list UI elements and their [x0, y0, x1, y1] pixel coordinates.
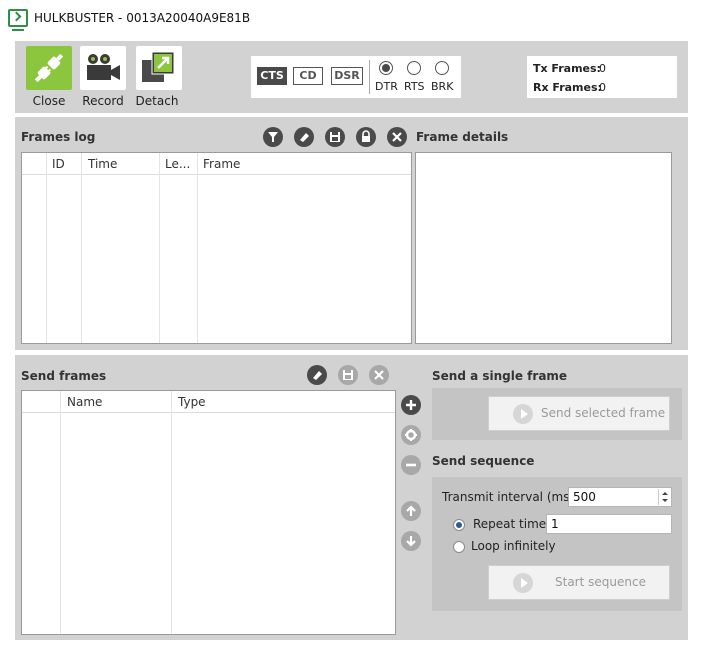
- send-selected-frame-label: Send selected frame: [541, 406, 666, 420]
- column-header-name[interactable]: Name: [67, 395, 102, 409]
- frame-counters: Tx Frames: 0 Rx Frames: 0: [527, 56, 677, 98]
- rx-frames-value: 0: [599, 81, 606, 94]
- repeat-times-input[interactable]: 1: [546, 514, 672, 534]
- save-icon: [343, 370, 353, 380]
- clear-frames-button[interactable]: [307, 365, 327, 385]
- toolbar: Close Record Detach CTS CD DSR DTR RTS B…: [15, 41, 688, 113]
- close-icon: [374, 370, 384, 380]
- move-up-button[interactable]: [401, 501, 421, 521]
- brk-toggle[interactable]: [435, 61, 449, 75]
- column-divider: [197, 153, 198, 343]
- column-divider: [81, 153, 82, 343]
- start-sequence-label: Start sequence: [555, 575, 646, 589]
- clear-log-button[interactable]: [294, 127, 314, 147]
- edit-frame-button[interactable]: [401, 425, 421, 445]
- frames-log-title: Frames log: [21, 130, 96, 144]
- tx-frames-value: 0: [599, 62, 606, 75]
- dtr-active-dot: [382, 64, 390, 72]
- serial-lines-panel: CTS CD DSR DTR RTS BRK: [251, 56, 461, 98]
- frame-details-title: Frame details: [416, 130, 509, 144]
- eraser-icon: [300, 133, 309, 142]
- record-label: Record: [82, 94, 124, 108]
- send-frames-table[interactable]: Name Type: [21, 390, 396, 635]
- transmit-interval-value: 500: [573, 490, 596, 504]
- column-divider: [159, 153, 160, 343]
- dtr-label: DTR: [375, 80, 398, 93]
- play-icon: [513, 573, 533, 593]
- rts-label: RTS: [404, 80, 425, 93]
- send-frames-title: Send frames: [21, 369, 107, 383]
- video-camera-icon: [87, 54, 120, 80]
- disconnect-plug-icon: [34, 53, 64, 83]
- close-icon: [392, 132, 402, 142]
- filter-icon: [268, 132, 278, 142]
- terminal-icon: [8, 9, 28, 31]
- loop-infinitely-radio[interactable]: [453, 541, 465, 553]
- lock-scroll-button[interactable]: [356, 127, 376, 147]
- single-frame-title: Send a single frame: [432, 369, 568, 383]
- transmit-interval-label: Transmit interval (ms):: [442, 490, 579, 504]
- column-header-type[interactable]: Type: [178, 395, 206, 409]
- remove-selected-frame-button[interactable]: [401, 455, 421, 475]
- save-frames-button[interactable]: [338, 365, 358, 385]
- save-log-button[interactable]: [325, 127, 345, 147]
- send-frames-header: Name Type: [22, 391, 395, 413]
- play-icon: [513, 404, 533, 424]
- spinner-arrows-icon: [662, 492, 668, 502]
- close-button[interactable]: [26, 46, 72, 90]
- minus-icon: [406, 463, 416, 467]
- tx-frames-label: Tx Frames:: [533, 62, 601, 75]
- arrow-up-icon: [406, 505, 416, 516]
- column-header-length[interactable]: Le...: [165, 157, 190, 171]
- detach-label: Detach: [135, 94, 179, 108]
- frame-details-view[interactable]: [415, 152, 672, 344]
- send-sequence-box: Transmit interval (ms): 500 Repeat times…: [432, 477, 682, 611]
- brk-label: BRK: [431, 80, 454, 93]
- add-frame-button[interactable]: [401, 395, 421, 415]
- dsr-indicator: DSR: [331, 67, 363, 85]
- move-down-button[interactable]: [401, 531, 421, 551]
- single-frame-box: Send selected frame: [432, 388, 682, 440]
- column-header-id[interactable]: ID: [52, 157, 65, 171]
- title-bar: HULKBUSTER - 0013A20040A9E81B: [0, 0, 703, 38]
- send-frames-panel: Send frames Name Type Send a single fram…: [15, 355, 688, 640]
- gear-icon: [405, 429, 417, 441]
- eraser-icon: [313, 371, 322, 380]
- column-divider: [171, 391, 172, 634]
- repeat-times-radio[interactable]: [453, 519, 465, 531]
- record-button[interactable]: [80, 46, 126, 90]
- column-divider: [46, 153, 47, 343]
- remove-frame-button[interactable]: [369, 365, 389, 385]
- cd-indicator: CD: [293, 67, 323, 85]
- detach-window-icon: [142, 51, 175, 82]
- repeat-times-label: Repeat times: [473, 517, 553, 531]
- rts-toggle[interactable]: [407, 61, 421, 75]
- detach-button[interactable]: [136, 46, 182, 90]
- column-divider: [60, 391, 61, 634]
- transmit-interval-input[interactable]: 500: [568, 487, 672, 507]
- lock-icon: [362, 130, 370, 142]
- column-header-frame[interactable]: Frame: [203, 157, 240, 171]
- plus-icon: [406, 400, 416, 410]
- column-header-time[interactable]: Time: [88, 157, 117, 171]
- repeat-times-value: 1: [551, 517, 559, 531]
- window-title: HULKBUSTER - 0013A20040A9E81B: [34, 11, 251, 25]
- rx-frames-label: Rx Frames:: [533, 81, 602, 94]
- dtr-toggle[interactable]: [379, 61, 393, 75]
- start-sequence-button[interactable]: Start sequence: [488, 565, 670, 600]
- save-icon: [330, 132, 340, 142]
- filter-button[interactable]: [263, 127, 283, 147]
- frames-log-table[interactable]: ID Time Le... Frame: [21, 152, 412, 344]
- interval-spinner[interactable]: [658, 489, 670, 505]
- close-label: Close: [32, 94, 66, 108]
- remove-button[interactable]: [387, 127, 407, 147]
- send-selected-frame-button[interactable]: Send selected frame: [488, 396, 670, 431]
- send-sequence-title: Send sequence: [432, 454, 535, 468]
- arrow-down-icon: [406, 536, 416, 547]
- divider: [369, 60, 370, 94]
- loop-infinitely-label: Loop infinitely: [471, 539, 556, 553]
- frames-log-panel: Frames log Frame details ID Time Le... F…: [15, 117, 688, 350]
- cts-indicator: CTS: [257, 67, 287, 85]
